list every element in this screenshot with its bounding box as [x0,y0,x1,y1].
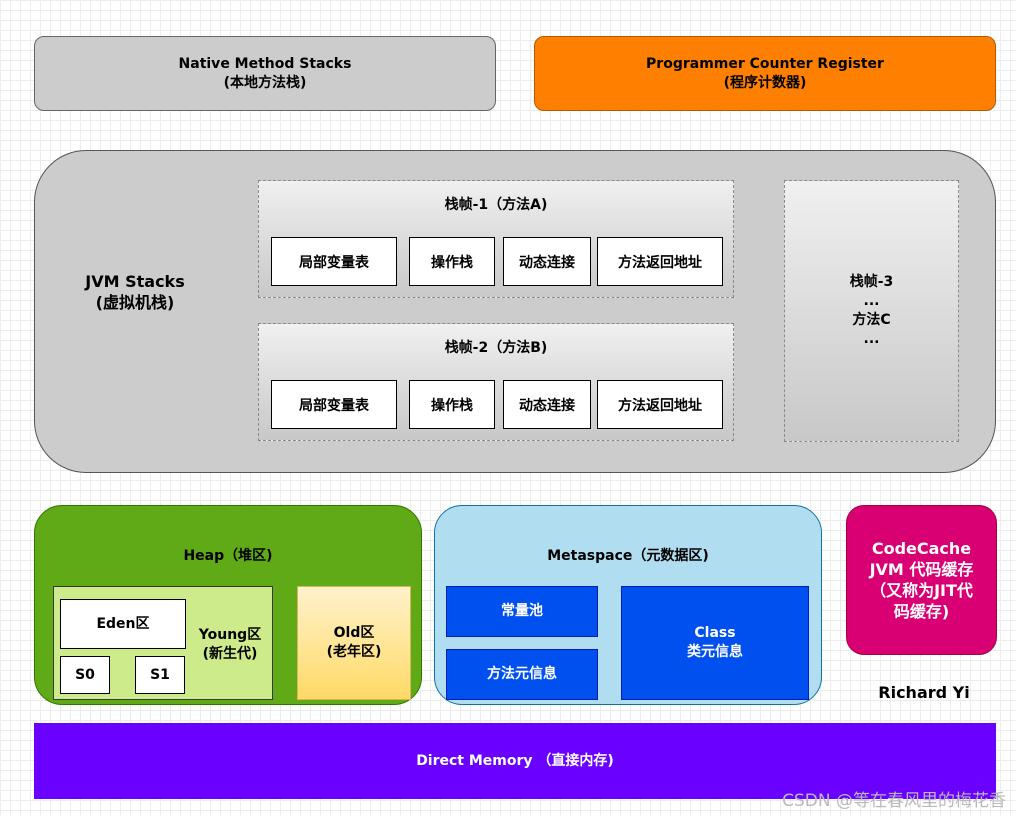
program-counter-register-box: Programmer Counter Register (程序计数器) [534,36,996,111]
metaspace-box: Metaspace（元数据区) 常量池 方法元信息 Class 类元信息 [434,505,822,705]
stack-frame-3-title: 栈帧-3 [849,274,894,290]
codecache-line2: JVM 代码缓存 [869,560,974,579]
stack-frame-1: 栈帧-1（方法A) 局部变量表 操作栈 动态连接 方法返回地址 [258,180,734,298]
csdn-watermark: CSDN @等在春风里的梅花香 [782,791,1006,811]
frame-1-operand-stack: 操作栈 [409,237,495,286]
stack-frame-3-method: 方法C [852,312,891,328]
frame-2-dynamic-linking: 动态连接 [503,380,591,429]
frame-2-return-address: 方法返回地址 [597,380,723,429]
constant-pool-box: 常量池 [446,586,598,637]
metaspace-title: Metaspace（元数据区) [547,547,709,564]
class-metadata-box: Class 类元信息 [621,586,809,700]
class-metadata-line1: Class [694,625,736,641]
old-label-line1: Old区 [333,625,375,641]
jvm-stacks-title: JVM Stacks [85,272,185,291]
frame-2-local-variables: 局部变量表 [271,380,397,429]
young-label-line2: (新生代) [202,646,258,662]
native-method-stacks-subtitle: (本地方法栈) [223,74,307,91]
frame-2-operand-stack: 操作栈 [409,380,495,429]
stack-frame-3: 栈帧-3 ... 方法C ... [784,180,959,442]
native-method-stacks-title: Native Method Stacks [178,55,352,72]
young-generation-box: Eden区 S0 S1 Young区 (新生代) [53,586,273,700]
heap-box: Heap（堆区) Eden区 S0 S1 Young区 (新生代) Old区 (… [34,505,422,705]
stack-frame-1-title: 栈帧-1（方法A) [444,196,548,213]
stack-frame-2: 栈帧-2（方法B) 局部变量表 操作栈 动态连接 方法返回地址 [258,323,734,441]
stack-frame-2-title: 栈帧-2（方法B) [444,339,548,356]
jvm-stacks-label: JVM Stacks (虚拟机栈) [60,262,210,322]
program-counter-subtitle: (程序计数器) [723,74,807,91]
codecache-line1: CodeCache [871,539,972,558]
eden-box: Eden区 [60,599,186,649]
native-method-stacks-box: Native Method Stacks (本地方法栈) [34,36,496,111]
young-generation-label: Young区 (新生代) [190,621,270,669]
stack-frame-3-ellipsis-1: ... [863,293,880,309]
heap-title: Heap（堆区) [183,547,273,564]
stack-frame-3-ellipsis-2: ... [863,331,880,347]
codecache-line4: 码缓存) [893,602,950,621]
method-metadata-box: 方法元信息 [446,649,598,700]
program-counter-title: Programmer Counter Register [646,55,884,72]
frame-1-local-variables: 局部变量表 [271,237,397,286]
codecache-box: CodeCache JVM 代码缓存 （又称为JIT代 码缓存) [846,505,997,655]
frame-1-dynamic-linking: 动态连接 [503,237,591,286]
young-label-line1: Young区 [198,627,262,643]
codecache-line3: （又称为JIT代 [870,581,973,600]
survivor-s0-box: S0 [60,656,110,694]
survivor-s1-box: S1 [135,656,185,694]
old-generation-box: Old区 (老年区) [297,586,411,700]
frame-1-return-address: 方法返回地址 [597,237,723,286]
class-metadata-line2: 类元信息 [687,644,743,660]
author-label: Richard Yi [878,682,970,702]
jvm-stacks-subtitle: (虚拟机栈) [95,293,175,312]
old-label-line2: (老年区) [326,644,382,660]
